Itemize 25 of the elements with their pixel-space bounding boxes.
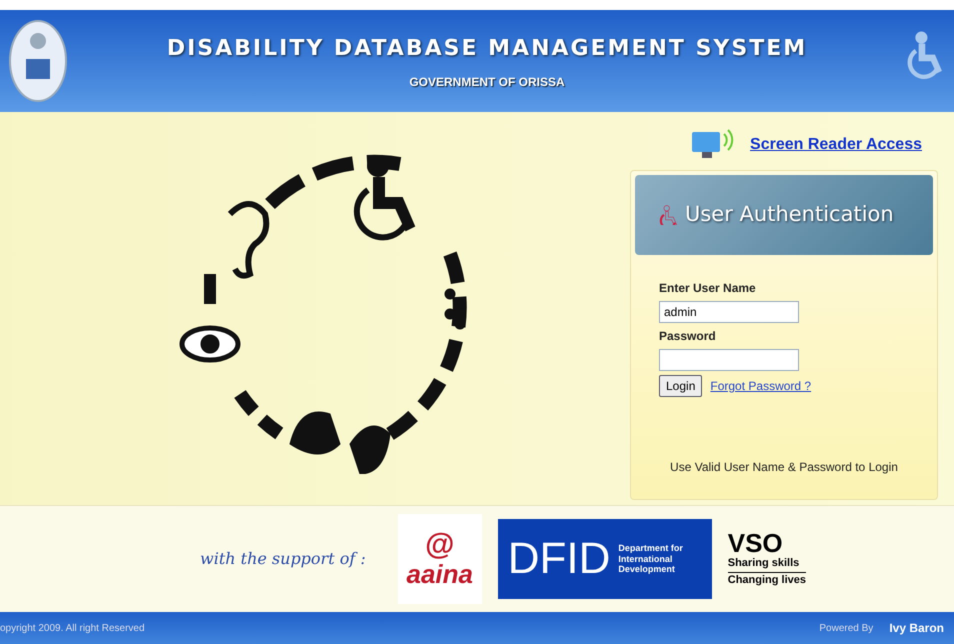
- logo-text: Sharing skills: [728, 556, 800, 572]
- screen-reader-link[interactable]: Screen Reader Access: [750, 133, 922, 157]
- powered-by-name: Ivy Baron: [889, 620, 944, 637]
- logo-text: VSO: [728, 530, 783, 556]
- powered-by-label: Powered By: [819, 622, 874, 636]
- field-label: Password: [659, 328, 717, 345]
- logo-text: DFID: [508, 537, 610, 581]
- logo-text: @: [425, 530, 454, 560]
- emblem-icon: [8, 19, 68, 103]
- logo-text: International: [618, 554, 674, 564]
- field-label: Enter User Name: [659, 280, 757, 297]
- header-title: DISABILITY DATABASE MANAGEMENT SYSTEM: [166, 34, 808, 62]
- logo-text: aaina: [406, 560, 473, 588]
- copyright-text: opyright 2009. All right Reserved: [0, 622, 145, 636]
- header-subtitle: GOVERNMENT OF ORISSA: [409, 74, 565, 90]
- logo-text: Changing lives: [728, 572, 806, 588]
- hint-text: Use Valid User Name & Password to Login: [670, 460, 898, 474]
- support-label: with the support of :: [200, 548, 366, 570]
- logo-text: Development: [618, 564, 676, 575]
- logo-text: Department for: [618, 543, 683, 554]
- forgot-password-link[interactable]: Forgot Password ?: [710, 377, 812, 395]
- username-field[interactable]: admin: [659, 301, 799, 323]
- password-field[interactable]: [659, 349, 799, 371]
- panel-title: User Authentication: [685, 201, 894, 228]
- login-button[interactable]: Login: [659, 375, 702, 397]
